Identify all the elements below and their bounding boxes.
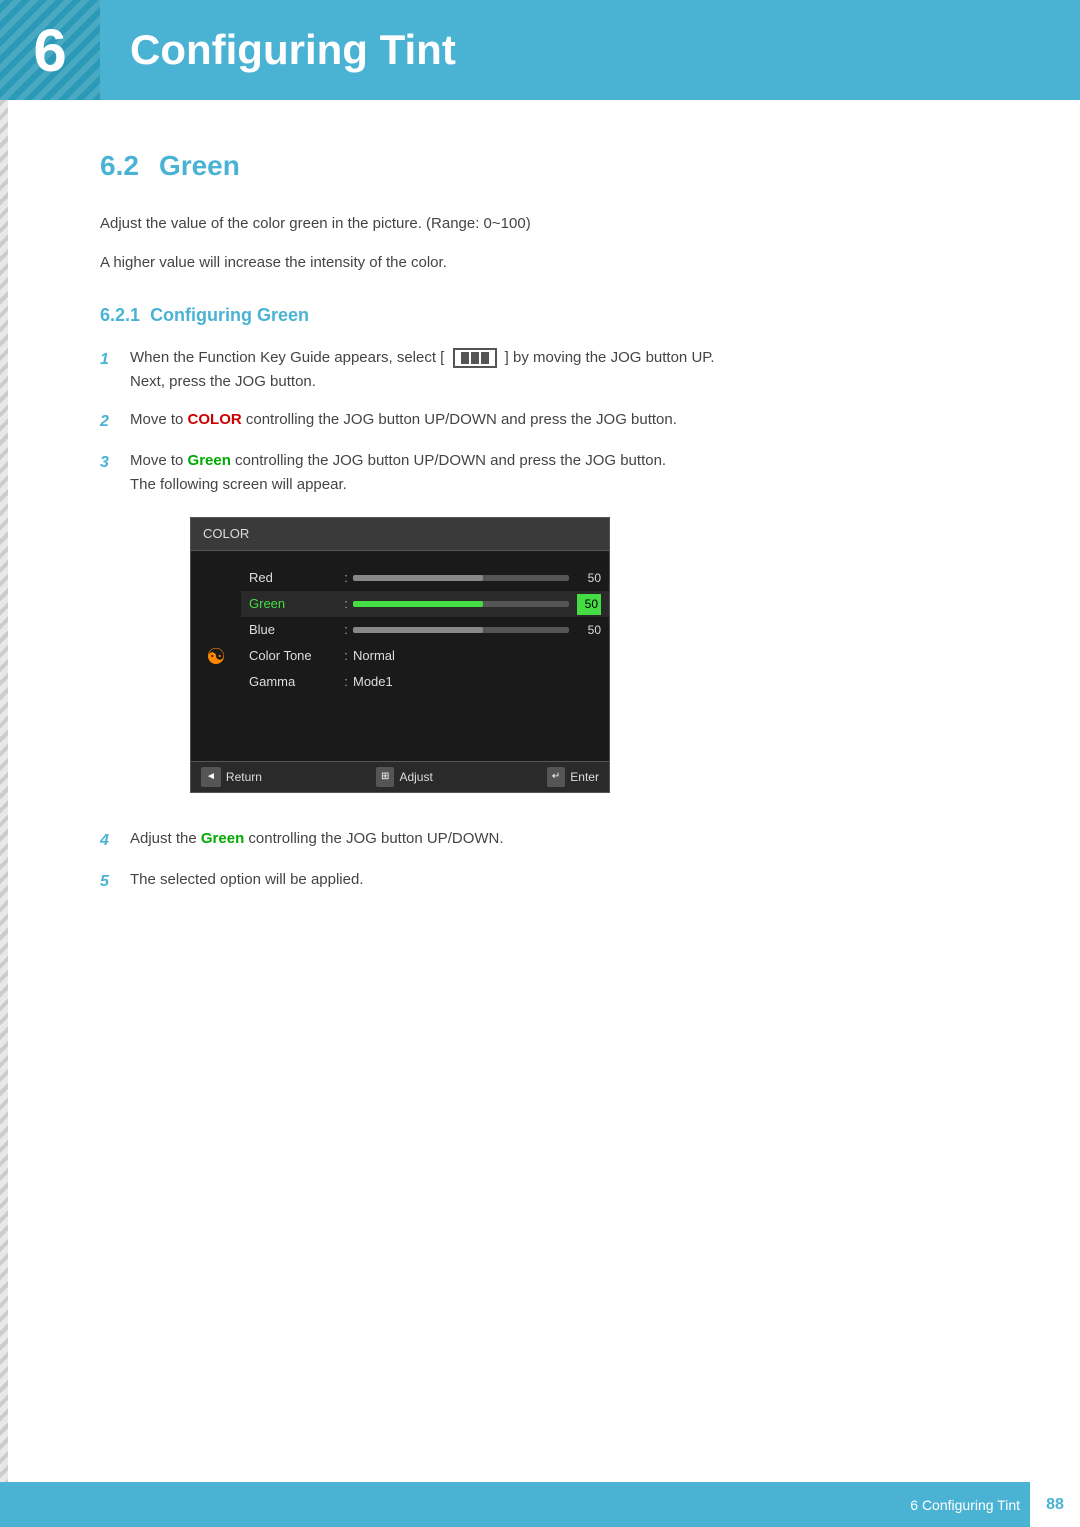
page-footer: 6 Configuring Tint 88 xyxy=(0,1482,1080,1527)
tone-text: Normal xyxy=(353,646,395,667)
step-4-content: Adjust the Green controlling the JOG but… xyxy=(130,827,1000,851)
step-1: 1 When the Function Key Guide appears, s… xyxy=(100,346,1000,394)
steps-list: 1 When the Function Key Guide appears, s… xyxy=(100,346,1000,895)
blue-slider xyxy=(353,627,569,633)
step-5: 5 The selected option will be applied. xyxy=(100,868,1000,895)
subsection-title: Configuring Green xyxy=(150,305,309,325)
left-stripe-decoration xyxy=(0,100,8,1527)
gamma-label: Gamma xyxy=(249,672,339,693)
enter-icon: ↵ xyxy=(547,767,565,787)
chapter-number-box: 6 xyxy=(0,0,100,100)
footer-enter: ↵ Enter xyxy=(547,767,599,787)
blue-value: 50 xyxy=(353,621,601,640)
color-row-tone: Color Tone : Normal xyxy=(241,643,609,669)
color-row-red: Red : 50 xyxy=(241,565,609,591)
color-menu-items: Red : 50 Green : xyxy=(241,561,609,751)
chapter-number: 6 xyxy=(33,16,66,85)
monitor-icon: ☯ xyxy=(191,561,241,751)
color-menu-body: ☯ Red : 50 xyxy=(191,551,609,761)
red-slider xyxy=(353,575,569,581)
tone-label: Color Tone xyxy=(249,646,339,667)
color-highlight: COLOR xyxy=(188,411,242,428)
red-label: Red xyxy=(249,568,339,589)
blue-fill xyxy=(353,627,483,633)
footer-return: ◄ Return xyxy=(201,767,262,787)
step-1-content: When the Function Key Guide appears, sel… xyxy=(130,346,1000,394)
chapter-title: Configuring Tint xyxy=(100,26,456,74)
step-1-number: 1 xyxy=(100,346,130,373)
green-fill xyxy=(353,601,483,607)
green-slider xyxy=(353,601,569,607)
green-number: 50 xyxy=(577,594,601,615)
description-1: Adjust the value of the color green in t… xyxy=(100,212,1000,236)
gamma-sep: : xyxy=(339,672,353,693)
color-menu-footer: ◄ Return ⊞ Adjust ↵ Enter xyxy=(191,761,609,792)
blue-number: 50 xyxy=(577,621,601,640)
spacer-row-2 xyxy=(241,721,609,747)
description-2: A higher value will increase the intensi… xyxy=(100,251,1000,275)
tone-sep: : xyxy=(339,646,353,667)
gamma-value: Mode1 xyxy=(353,672,601,693)
step-2-number: 2 xyxy=(100,408,130,435)
step-5-content: The selected option will be applied. xyxy=(130,868,1000,892)
footer-adjust: ⊞ Adjust xyxy=(376,767,433,787)
blue-label: Blue xyxy=(249,620,339,641)
section-title: Green xyxy=(159,150,240,181)
green-label: Green xyxy=(249,594,339,615)
gamma-text: Mode1 xyxy=(353,672,393,693)
return-label: Return xyxy=(226,768,262,787)
green-highlight-3: Green xyxy=(188,452,231,469)
icon-bar-2 xyxy=(471,352,479,364)
red-number: 50 xyxy=(577,569,601,588)
icon-bar-1 xyxy=(461,352,469,364)
tone-value: Normal xyxy=(353,646,601,667)
step-3-content: Move to Green controlling the JOG button… xyxy=(130,449,1000,814)
enter-label: Enter xyxy=(570,768,599,787)
section-heading: 6.2 Green xyxy=(100,150,1000,182)
footer-chapter-text: 6 Configuring Tint xyxy=(910,1497,1030,1513)
red-sep: : xyxy=(339,568,353,589)
jog-icon xyxy=(453,348,497,368)
color-menu-box: COLOR ☯ Red : xyxy=(190,517,610,794)
blue-sep: : xyxy=(339,620,353,641)
icon-bar-3 xyxy=(481,352,489,364)
adjust-label: Adjust xyxy=(399,768,432,787)
red-fill xyxy=(353,575,483,581)
step-4-number: 4 xyxy=(100,827,130,854)
step-2-content: Move to COLOR controlling the JOG button… xyxy=(130,408,1000,432)
main-content: 6.2 Green Adjust the value of the color g… xyxy=(0,100,1080,989)
color-row-gamma: Gamma : Mode1 xyxy=(241,669,609,695)
step-5-number: 5 xyxy=(100,868,130,895)
subsection-number: 6.2.1 xyxy=(100,305,140,325)
color-row-green: Green : 50 xyxy=(241,591,609,617)
subsection-heading: 6.2.1 Configuring Green xyxy=(100,305,1000,326)
footer-page-number: 88 xyxy=(1030,1482,1080,1527)
section-number: 6.2 xyxy=(100,150,139,181)
green-value: 50 xyxy=(353,594,601,615)
chapter-header: 6 Configuring Tint xyxy=(0,0,1080,100)
spacer-row-1 xyxy=(241,695,609,721)
green-sep: : xyxy=(339,594,353,615)
adjust-icon: ⊞ xyxy=(376,767,394,787)
red-value: 50 xyxy=(353,569,601,588)
step-3-number: 3 xyxy=(100,449,130,476)
color-menu-screenshot: COLOR ☯ Red : xyxy=(190,517,610,794)
color-menu-title: COLOR xyxy=(191,518,609,552)
step-4: 4 Adjust the Green controlling the JOG b… xyxy=(100,827,1000,854)
return-icon: ◄ xyxy=(201,767,221,787)
step-2: 2 Move to COLOR controlling the JOG butt… xyxy=(100,408,1000,435)
color-row-blue: Blue : 50 xyxy=(241,617,609,643)
step-3: 3 Move to Green controlling the JOG butt… xyxy=(100,449,1000,814)
green-highlight-4: Green xyxy=(201,830,244,847)
